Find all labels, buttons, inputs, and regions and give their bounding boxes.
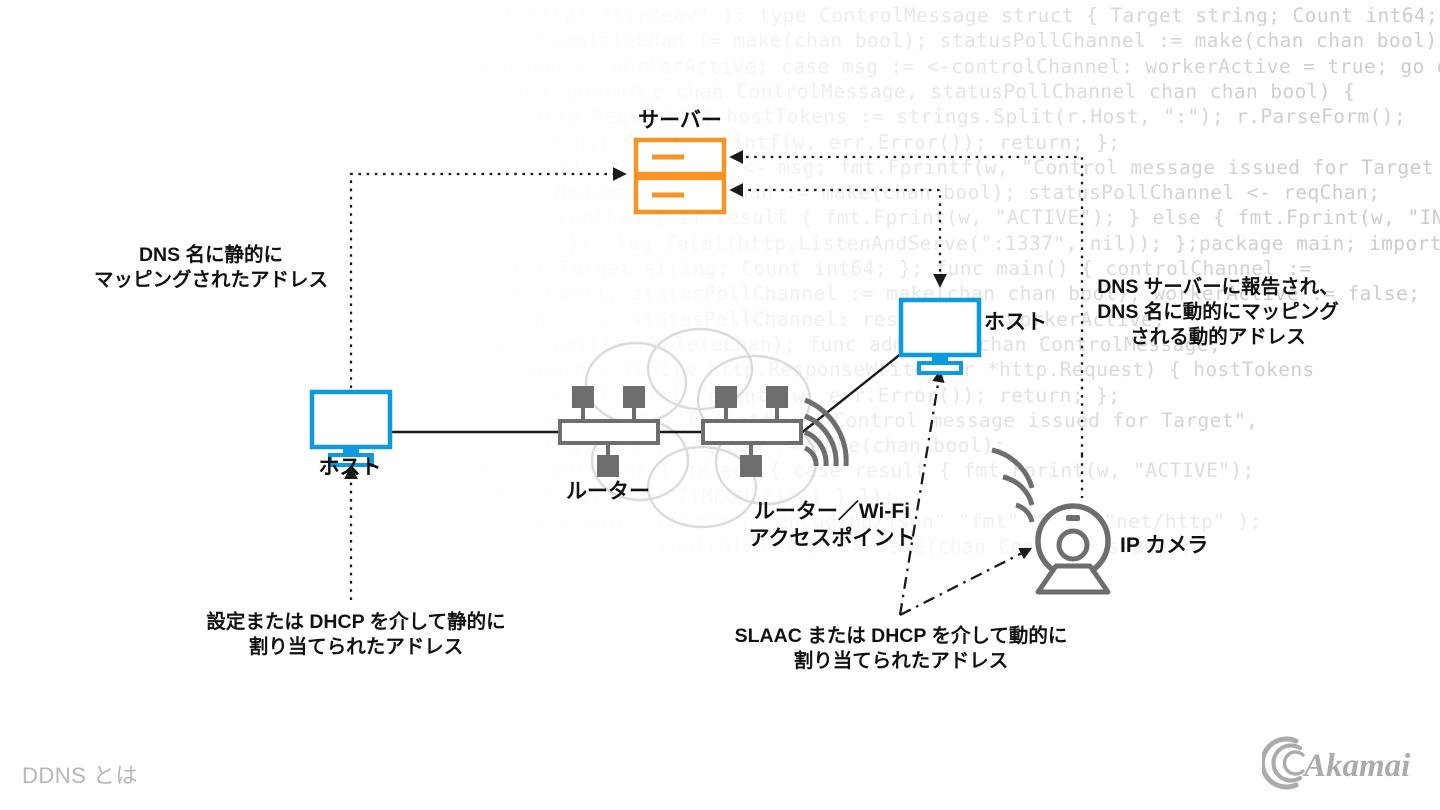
- router-wifi-label: ルーター／Wi-Fi アクセスポイント: [748, 500, 916, 550]
- note-static-address: 設定または DHCP を介して静的に 割り当てられたアドレス: [206, 611, 506, 658]
- wifi-waves-router: [803, 397, 849, 467]
- host-left-label: ホスト: [318, 456, 382, 479]
- dns-dotted-paths: [344, 150, 1084, 600]
- slide-caption: DDNS とは: [22, 763, 138, 788]
- server-icon: [633, 137, 727, 215]
- path-dynamic-to-camera: [899, 547, 1033, 617]
- path-server-to-hostright: [729, 183, 947, 288]
- link-routerwifi-hostright: [794, 344, 913, 439]
- slide-canvas: ackage main; import ( "encoding/json" "f…: [0, 0, 1440, 810]
- akamai-wordmark: Akamai: [1302, 748, 1411, 784]
- akamai-logo: Akamai: [1262, 736, 1411, 790]
- ip-camera-label: IP カメラ: [1120, 534, 1209, 557]
- host-right-icon: [898, 297, 982, 375]
- note-dynamic-address: SLAAC または DHCP を介して動的に 割り当てられたアドレス: [734, 625, 1068, 672]
- path-dynamic-to-hostright: [898, 369, 945, 616]
- router-wifi-icon: [701, 386, 849, 477]
- server-label: サーバー: [638, 109, 722, 132]
- note-dynamic-dns-mapping: DNS サーバーに報告され、 DNS 名に動的にマッピング される動的アドレス: [1097, 276, 1339, 348]
- router-icon: [558, 386, 660, 477]
- dynamic-assign-paths: [898, 369, 1033, 617]
- note-static-dns-mapping: DNS 名に静的に マッピングされたアドレス: [93, 244, 328, 291]
- path-hostleft-to-server: [349, 167, 627, 388]
- ip-camera-icon: [991, 447, 1111, 595]
- router-label: ルーター: [566, 480, 650, 503]
- host-right-label: ホスト: [984, 311, 1047, 334]
